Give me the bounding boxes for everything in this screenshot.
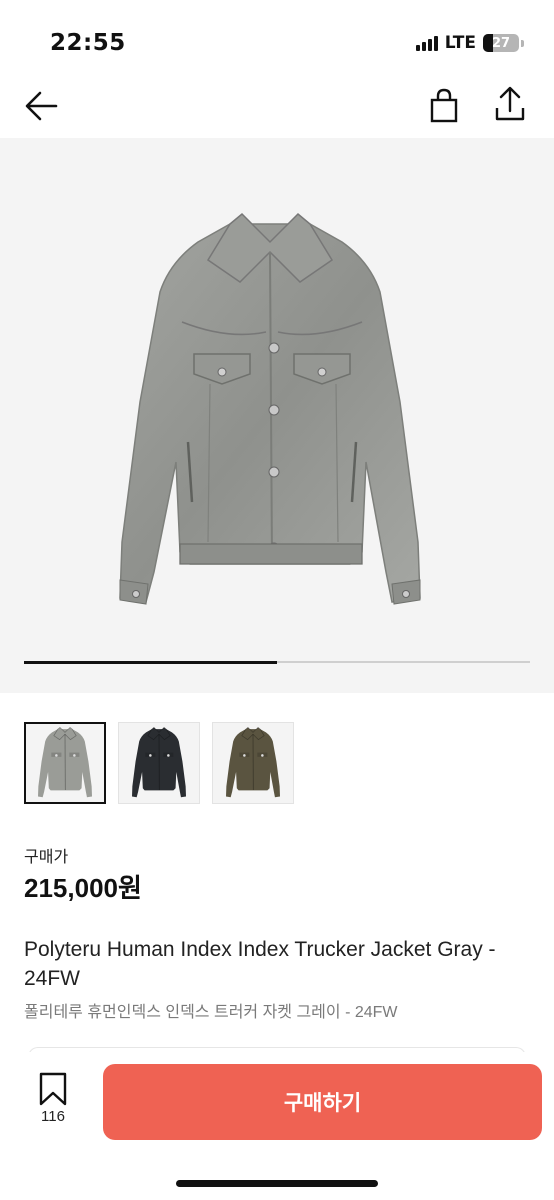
share-button[interactable] (490, 84, 530, 124)
battery-tip (521, 39, 524, 47)
product-name: Polyteru Human Index Index Trucker Jacke… (24, 938, 496, 990)
arrow-left-icon (25, 91, 58, 121)
price-value: 215,000원 (24, 873, 142, 903)
status-time: 22:55 (50, 30, 126, 56)
home-indicator[interactable] (176, 1180, 378, 1187)
thumbnail-black[interactable] (118, 722, 200, 804)
signal-icon (415, 35, 438, 51)
gallery-progress (24, 660, 530, 664)
network-type: LTE (444, 33, 476, 53)
color-thumbnails (24, 722, 294, 804)
product-image-jacket (119, 212, 421, 605)
jacket-thumbnail-image (38, 727, 92, 798)
status-indicators: LTE 27 (415, 33, 524, 53)
product-image-gallery[interactable] (0, 138, 554, 693)
shopping-bag-icon (430, 88, 458, 123)
bookmark-count: 116 (41, 1108, 65, 1125)
jacket-thumbnail-image (226, 727, 280, 798)
product-name-korean: 폴리테루 휴먼인덱스 인덱스 트러커 자켓 그레이 - 24FW (24, 1004, 398, 1021)
back-button[interactable] (22, 86, 62, 126)
buy-button[interactable]: 구매하기 (103, 1064, 542, 1140)
thumbnail-khaki[interactable] (212, 722, 294, 804)
share-icon (495, 86, 525, 121)
bookmark-icon (39, 1072, 67, 1106)
cart-button[interactable] (424, 86, 464, 126)
status-bar: 22:55 LTE 27 (0, 0, 554, 80)
battery-icon: 27 (483, 34, 519, 52)
nav-bar (0, 80, 554, 136)
bottom-action-bar: 116 구매하기 (0, 1052, 554, 1200)
jacket-thumbnail-image (132, 727, 186, 798)
battery-percent: 27 (491, 35, 511, 51)
thumbnail-gray[interactable] (24, 722, 106, 804)
gallery-progress-fill (24, 660, 277, 664)
bookmark-button[interactable]: 116 (30, 1072, 76, 1132)
price-label: 구매가 (24, 849, 69, 866)
